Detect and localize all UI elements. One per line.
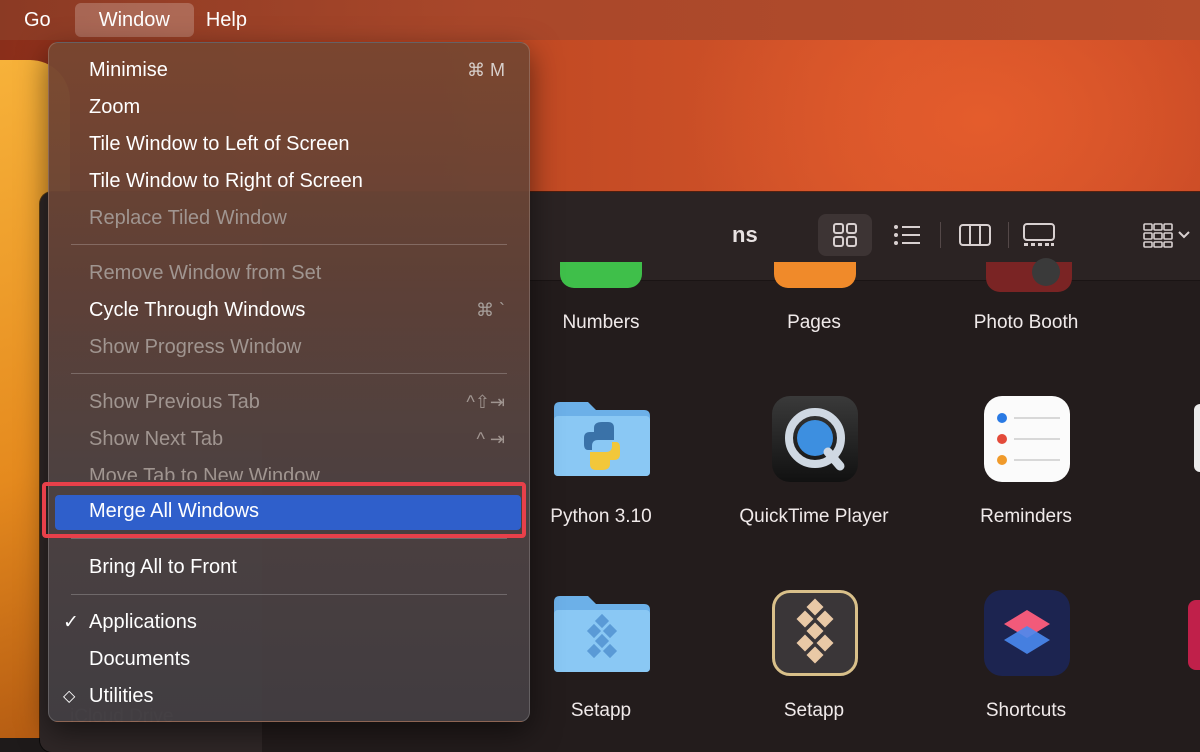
- menu-item-label: Documents: [89, 648, 191, 670]
- group-grid-icon: [1143, 223, 1190, 248]
- menu-item-label: Remove Window from Set: [89, 262, 322, 284]
- menu-separator: [71, 594, 507, 595]
- shortcut-label: ⌘ M: [467, 60, 505, 80]
- shortcut-label: ^ ⇥: [476, 429, 505, 449]
- menu-item-previous-tab: Show Previous Tab ^⇧⇥: [49, 384, 529, 421]
- menu-item-label: Show Previous Tab: [89, 391, 260, 413]
- menu-item-label: Tile Window to Left of Screen: [89, 133, 350, 155]
- group-button[interactable]: [1134, 214, 1190, 256]
- photo-booth-icon[interactable]: [986, 258, 1072, 292]
- python-folder-icon[interactable]: [552, 398, 652, 483]
- menu-item-bring-all-front[interactable]: Bring All to Front: [49, 549, 529, 586]
- app-label: Python 3.10: [550, 506, 652, 527]
- icon-view-button[interactable]: [818, 214, 872, 256]
- menu-item-documents[interactable]: Documents: [49, 641, 529, 678]
- menu-item-move-tab: Move Tab to New Window: [49, 458, 529, 480]
- gallery-icon: [1023, 223, 1055, 246]
- setapp-folder-icon[interactable]: [552, 592, 652, 679]
- window-title: ns: [732, 222, 758, 247]
- shortcut-label: ^⇧⇥: [466, 392, 505, 412]
- quicktime-icon[interactable]: [772, 396, 858, 482]
- app-label: Setapp: [570, 700, 632, 721]
- menu-item-applications[interactable]: ✓ Applications: [49, 604, 529, 641]
- columns-icon: [959, 224, 991, 246]
- menu-separator: [71, 244, 507, 245]
- menu-item-label: Minimise: [89, 59, 168, 81]
- menu-item-label: Applications: [89, 611, 197, 633]
- menu-separator: [71, 538, 507, 539]
- setapp-app-icon[interactable]: [772, 590, 858, 676]
- shortcuts-icon[interactable]: [984, 590, 1070, 676]
- menu-item-show-progress: Show Progress Window: [49, 329, 529, 366]
- menu-item-label: Move Tab to New Window: [89, 465, 320, 480]
- menu-item-replace-tiled: Replace Tiled Window: [49, 200, 529, 237]
- menu-item-cycle-windows[interactable]: Cycle Through Windows ⌘ `: [49, 292, 529, 329]
- menu-item-tile-right[interactable]: Tile Window to Right of Screen: [49, 163, 529, 200]
- menubar-help[interactable]: Help: [194, 0, 259, 40]
- menu-item-label: Show Next Tab: [89, 428, 224, 450]
- app-label: Reminders: [980, 506, 1072, 527]
- list-icon: [894, 225, 920, 245]
- menu-bar: Go Window Help: [0, 0, 1200, 40]
- app-label: QuickTime Player: [739, 506, 889, 527]
- menu-item-utilities[interactable]: ◇ Utilities: [49, 678, 529, 715]
- shortcut-label: ⌘ `: [476, 300, 505, 320]
- app-label: Setapp: [783, 700, 845, 721]
- menu-item-label: Utilities: [89, 685, 154, 707]
- checkmark-icon: ✓: [63, 612, 79, 633]
- app-label: Photo Booth: [973, 312, 1079, 333]
- window-menu: Minimise ⌘ M Zoom Tile Window to Left of…: [48, 42, 530, 722]
- pages-icon[interactable]: [774, 262, 856, 288]
- menu-item-remove-from-set: Remove Window from Set: [49, 255, 529, 292]
- grid-icon: [833, 223, 857, 247]
- chevron-down-icon: [1178, 231, 1190, 239]
- menu-item-label: Bring All to Front: [89, 556, 237, 578]
- menu-item-label: Tile Window to Right of Screen: [89, 170, 363, 192]
- reminders-icon[interactable]: [984, 396, 1070, 482]
- menubar-window[interactable]: Window: [74, 3, 194, 37]
- partial-app-icon[interactable]: [1188, 600, 1200, 670]
- gallery-view-button[interactable]: [1012, 214, 1066, 256]
- menu-item-label: Zoom: [89, 96, 141, 118]
- toolbar-separator: [1008, 222, 1009, 248]
- menubar-go[interactable]: Go: [0, 0, 75, 40]
- menu-item-next-tab: Show Next Tab ^ ⇥: [49, 421, 529, 458]
- menu-item-tile-left[interactable]: Tile Window to Left of Screen: [49, 126, 529, 163]
- list-view-button[interactable]: [880, 214, 934, 256]
- app-label: Numbers: [562, 312, 640, 333]
- menu-item-minimise[interactable]: Minimise ⌘ M: [49, 52, 529, 89]
- partial-app-icon[interactable]: [1194, 404, 1200, 472]
- diamond-icon: ◇: [63, 688, 76, 705]
- annotation-highlight-box: [42, 482, 526, 538]
- menu-item-label: Replace Tiled Window: [89, 207, 287, 229]
- column-view-button[interactable]: [948, 214, 1002, 256]
- toolbar-separator: [940, 222, 941, 248]
- menu-item-zoom[interactable]: Zoom: [49, 89, 529, 126]
- menu-item-label: Show Progress Window: [89, 336, 302, 358]
- app-label: Pages: [787, 312, 841, 333]
- numbers-icon[interactable]: [560, 262, 642, 288]
- app-label: Shortcuts: [985, 700, 1067, 721]
- menu-item-label: Cycle Through Windows: [89, 299, 306, 321]
- menu-separator: [71, 373, 507, 374]
